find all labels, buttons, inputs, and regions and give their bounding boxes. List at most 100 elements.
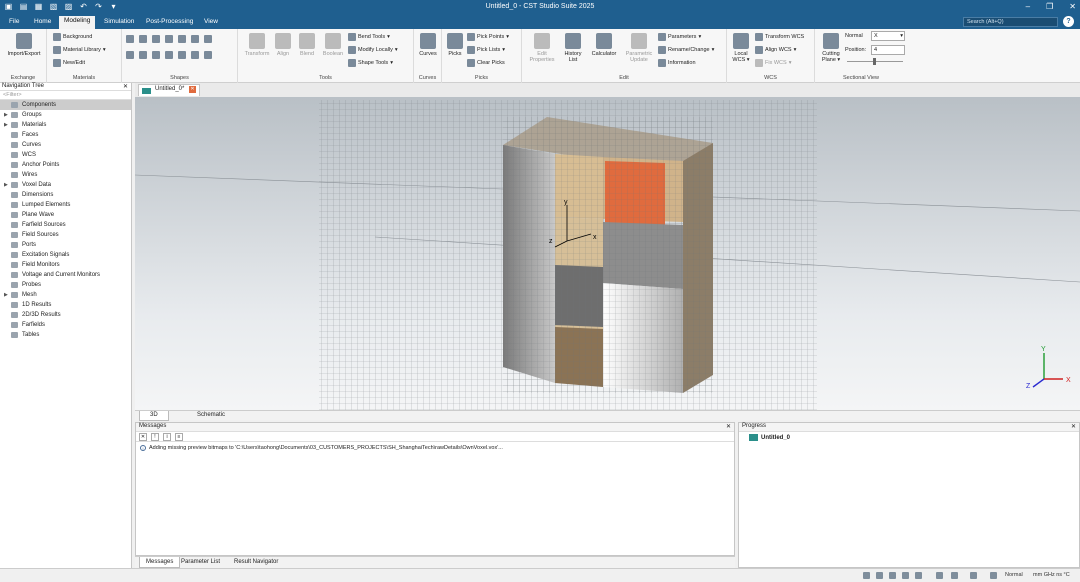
boolean-button[interactable]: Boolean: [320, 33, 346, 57]
tab-post-processing[interactable]: Post-Processing: [141, 17, 198, 29]
rename-change-button[interactable]: Rename/Change ▾: [658, 46, 714, 54]
3d-viewport[interactable]: y x z Y X Z: [135, 97, 1080, 410]
ecylinder-icon[interactable]: [191, 35, 199, 43]
expand-arrow-icon[interactable]: ▶: [4, 290, 8, 300]
pick-lists-button[interactable]: Pick Lists ▾: [467, 46, 505, 54]
close-icon[interactable]: ✕: [1069, 2, 1076, 11]
curves-button[interactable]: Curves: [416, 33, 440, 57]
tree-item-wcs[interactable]: WCS: [0, 150, 131, 160]
tree-item-materials[interactable]: ▶ Materials: [0, 120, 131, 130]
document-tab[interactable]: Untitled_0* ✕: [138, 84, 201, 96]
tree-item-groups[interactable]: ▶ Groups: [0, 110, 131, 120]
tree-item-farfield-sources[interactable]: Farfield Sources: [0, 220, 131, 230]
spline-icon[interactable]: [191, 51, 199, 59]
warning-filter-icon[interactable]: !: [151, 433, 159, 441]
tree-item-ports[interactable]: Ports: [0, 240, 131, 250]
tree-item-plane-wave[interactable]: Plane Wave: [0, 210, 131, 220]
tree-item-2d-3d-results[interactable]: 2D/3D Results: [0, 310, 131, 320]
tree-item-voltage-and-current-monitors[interactable]: Voltage and Current Monitors: [0, 270, 131, 280]
sphere-icon[interactable]: [139, 35, 147, 43]
tree-item-curves[interactable]: Curves: [0, 140, 131, 150]
rotate-view-icon[interactable]: [889, 572, 896, 579]
new-edit-material-button[interactable]: New/Edit: [53, 59, 85, 67]
minimize-icon[interactable]: –: [1026, 2, 1030, 11]
info-filter-icon[interactable]: i: [163, 433, 171, 441]
search-input[interactable]: Search (Alt+Q): [963, 17, 1058, 27]
mesh-view-icon[interactable]: [970, 572, 977, 579]
tree-filter-input[interactable]: <Filter>: [0, 91, 131, 100]
modify-locally-button[interactable]: Modify Locally ▾: [348, 46, 398, 54]
close-icon[interactable]: ✕: [1071, 423, 1076, 430]
transform-wcs-button[interactable]: Transform WCS: [755, 33, 804, 41]
tree-item-1d-results[interactable]: 1D Results: [0, 300, 131, 310]
error-filter-icon[interactable]: ✕: [139, 433, 147, 441]
tree-item-faces[interactable]: Faces: [0, 130, 131, 140]
import-export-button[interactable]: Import/Export: [4, 33, 44, 57]
tab-modeling[interactable]: Modeling: [59, 16, 96, 29]
torus-icon[interactable]: [165, 35, 173, 43]
brick-icon[interactable]: [126, 35, 134, 43]
tree-item-probes[interactable]: Probes: [0, 280, 131, 290]
grid-icon[interactable]: [951, 572, 958, 579]
zoom-icon[interactable]: [863, 572, 870, 579]
picks-button[interactable]: Picks: [444, 33, 466, 57]
tree-item-mesh[interactable]: ▶ Mesh: [0, 290, 131, 300]
normal-select[interactable]: X ▾: [871, 31, 905, 41]
progress-item[interactable]: Untitled_0: [739, 432, 1079, 443]
tree-item-anchor-points[interactable]: Anchor Points: [0, 160, 131, 170]
close-tab-icon[interactable]: ✕: [189, 86, 197, 93]
tab-3d[interactable]: 3D: [139, 411, 169, 421]
voxel-block[interactable]: [503, 117, 713, 393]
tree-item-voxel-data[interactable]: ▶ Voxel Data: [0, 180, 131, 190]
local-wcs-button[interactable]: Local WCS ▾: [729, 33, 753, 63]
sweep-icon[interactable]: [165, 51, 173, 59]
help-icon[interactable]: ?: [1063, 16, 1074, 27]
transform-button[interactable]: Transform: [242, 33, 272, 57]
tree-item-dimensions[interactable]: Dimensions: [0, 190, 131, 200]
tree-item-field-sources[interactable]: Field Sources: [0, 230, 131, 240]
fit-view-icon[interactable]: [915, 572, 922, 579]
tree-item-tables[interactable]: Tables: [0, 330, 131, 340]
pick-points-button[interactable]: Pick Points ▾: [467, 33, 509, 41]
loft-icon[interactable]: [152, 51, 160, 59]
history-list-button[interactable]: History List: [560, 33, 586, 63]
tab-schematic[interactable]: Schematic: [187, 411, 235, 421]
shape-extras-icon[interactable]: [204, 35, 212, 43]
message-row[interactable]: i Adding missing preview bitmaps to 'C:\…: [136, 442, 734, 454]
shape-tools-button[interactable]: Shape Tools ▾: [348, 59, 393, 67]
parametric-update-button[interactable]: Parametric Update: [621, 33, 657, 63]
tree-item-lumped-elements[interactable]: Lumped Elements: [0, 200, 131, 210]
restore-icon[interactable]: ❐: [1046, 2, 1053, 11]
bend-tools-button[interactable]: Bend Tools ▾: [348, 33, 390, 41]
information-button[interactable]: Information: [658, 59, 696, 67]
parameters-button[interactable]: Parameters ▾: [658, 33, 701, 41]
cutting-plane-button[interactable]: Cutting Plane ▾: [817, 33, 845, 63]
position-slider-thumb[interactable]: [873, 58, 876, 65]
tree-item-excitation-signals[interactable]: Excitation Signals: [0, 250, 131, 260]
background-button[interactable]: Background: [53, 33, 92, 41]
tab-parameter-list[interactable]: Parameter List: [175, 557, 226, 568]
clear-messages-icon[interactable]: ≡: [175, 433, 183, 441]
close-icon[interactable]: ✕: [726, 423, 731, 430]
reset-view-icon[interactable]: [902, 572, 909, 579]
expand-arrow-icon[interactable]: ▶: [4, 110, 8, 120]
blend-button[interactable]: Blend: [295, 33, 319, 57]
voxel-model-view[interactable]: y x z Y X Z: [135, 97, 1080, 410]
edit-properties-button[interactable]: Edit Properties: [525, 33, 559, 63]
material-library-button[interactable]: Material Library ▾: [53, 46, 106, 54]
clear-picks-button[interactable]: Clear Picks: [467, 59, 505, 67]
tab-result-navigator[interactable]: Result Navigator: [228, 557, 284, 568]
cylinder-icon[interactable]: [178, 35, 186, 43]
extrude-icon[interactable]: [126, 51, 134, 59]
align-wcs-button[interactable]: Align WCS ▾: [755, 46, 796, 54]
tree-item-wires[interactable]: Wires: [0, 170, 131, 180]
rotate-icon[interactable]: [139, 51, 147, 59]
close-icon[interactable]: ✕: [123, 83, 128, 90]
search-icon[interactable]: [936, 572, 943, 579]
expand-arrow-icon[interactable]: ▶: [4, 180, 8, 190]
align-button[interactable]: Align: [272, 33, 294, 57]
pan-icon[interactable]: [876, 572, 883, 579]
display-mode-icon[interactable]: [990, 572, 997, 579]
cone-icon[interactable]: [152, 35, 160, 43]
tab-file[interactable]: File: [4, 17, 24, 29]
